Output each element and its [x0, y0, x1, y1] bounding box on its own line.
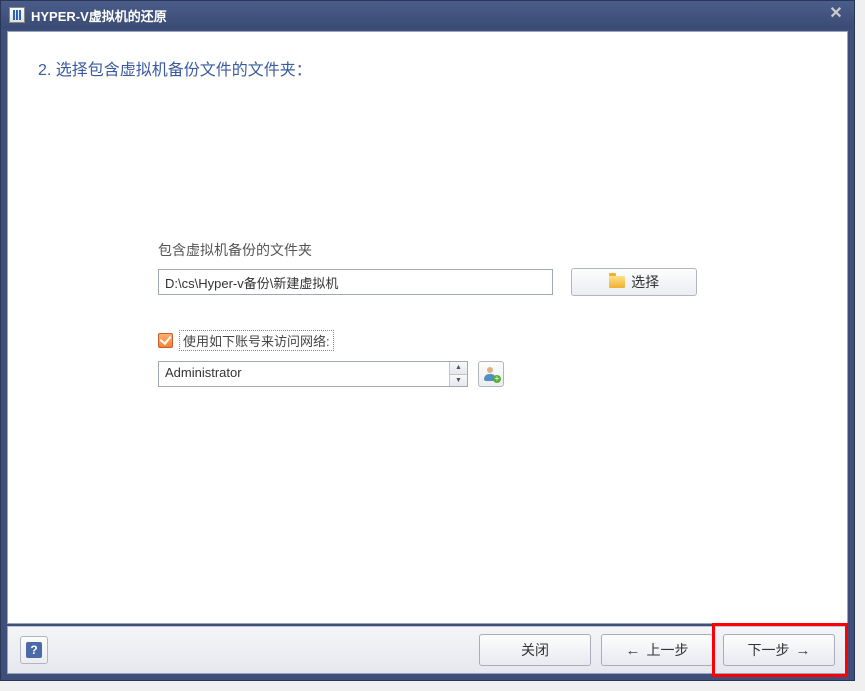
help-button[interactable]: ? [20, 636, 48, 664]
browse-button-label: 选择 [631, 272, 659, 292]
prev-button-label: 上一步 [647, 640, 689, 660]
add-user-button[interactable]: + [478, 361, 504, 387]
folder-field-label: 包含虚拟机备份的文件夹 [158, 240, 697, 260]
close-button-label: 关闭 [521, 640, 549, 660]
network-checkbox[interactable] [158, 333, 173, 348]
spinner-up-icon[interactable]: ▲ [450, 362, 467, 375]
add-user-icon: + [484, 367, 498, 381]
account-row: Administrator ▲ ▼ + [158, 361, 697, 387]
folder-path-row: 选择 [158, 268, 697, 296]
app-icon [9, 7, 25, 23]
spinner-buttons: ▲ ▼ [449, 362, 467, 386]
window-title: HYPER-V虚拟机的还原 [31, 6, 826, 25]
browse-button[interactable]: 选择 [571, 268, 697, 296]
folder-path-input[interactable] [158, 269, 553, 295]
footer-bar: ? 关闭 ← 上一步 下一步 → [7, 626, 848, 674]
form-area: 包含虚拟机备份的文件夹 选择 使用如下账号来访问网络: Administrato… [8, 90, 847, 387]
arrow-left-icon: ← [626, 642, 641, 659]
next-button-label: 下一步 [748, 640, 790, 660]
titlebar: HYPER-V虚拟机的还原 ✕ [1, 1, 854, 29]
help-icon: ? [26, 642, 42, 658]
spinner-down-icon[interactable]: ▼ [450, 375, 467, 387]
arrow-right-icon: → [796, 642, 811, 659]
dialog-window: HYPER-V虚拟机的还原 ✕ 2. 选择包含虚拟机备份文件的文件夹： 包含虚拟… [0, 0, 855, 681]
next-button[interactable]: 下一步 → [723, 634, 835, 666]
close-icon[interactable]: ✕ [826, 5, 846, 25]
account-value: Administrator [159, 362, 449, 386]
close-button[interactable]: 关闭 [479, 634, 591, 666]
content-panel: 2. 选择包含虚拟机备份文件的文件夹： 包含虚拟机备份的文件夹 选择 使用如下账… [7, 31, 848, 624]
folder-icon [609, 276, 625, 288]
step-heading: 2. 选择包含虚拟机备份文件的文件夹： [8, 32, 847, 90]
account-spinner[interactable]: Administrator ▲ ▼ [158, 361, 468, 387]
network-checkbox-label: 使用如下账号来访问网络: [179, 330, 334, 351]
network-checkbox-row: 使用如下账号来访问网络: [158, 330, 697, 351]
prev-button[interactable]: ← 上一步 [601, 634, 713, 666]
